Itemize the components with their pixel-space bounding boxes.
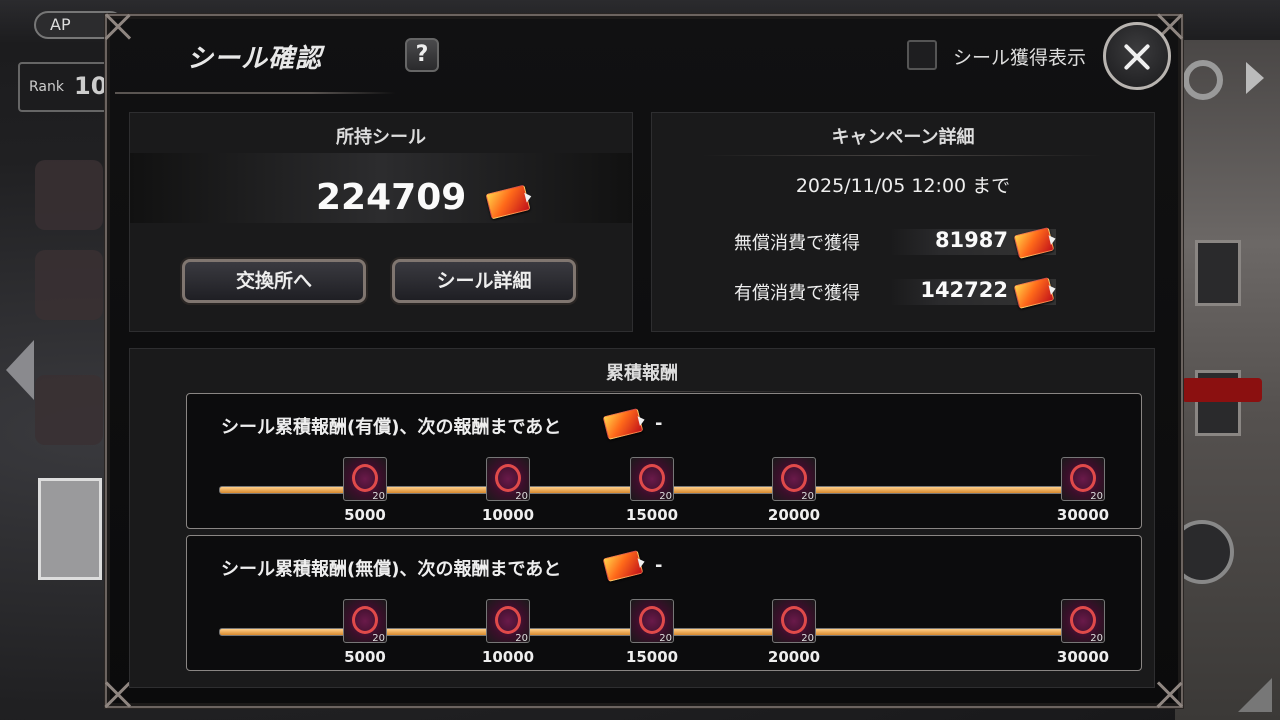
reward-item-icon[interactable]: 20 xyxy=(486,599,530,644)
milestone-threshold: 20000 xyxy=(767,506,821,524)
campaign-row-value: 142722 xyxy=(920,278,1008,302)
reward-item-icon[interactable]: 20 xyxy=(630,599,674,644)
ap-label: AP xyxy=(50,15,71,34)
owned-seals-panel: 所持シール 224709 交換所へ シール詳細 xyxy=(129,112,633,332)
campaign-heading: キャンペーン詳細 xyxy=(831,127,975,148)
corner-triangle-icon xyxy=(1238,678,1272,712)
reward-quantity: 20 xyxy=(1090,633,1103,644)
reward-item-icon[interactable]: 20 xyxy=(486,457,530,502)
seal-ticket-icon xyxy=(602,408,644,440)
event-tag xyxy=(1182,378,1262,402)
reward-track-free: シール累積報酬(無償)、次の報酬まであと - 20 5000 20 10000 20 15… xyxy=(186,535,1142,671)
seal-ticket-icon xyxy=(602,550,644,582)
frame-ornament-icon xyxy=(101,10,135,44)
reward-quantity: 20 xyxy=(659,491,672,502)
reward-quantity: 20 xyxy=(372,633,385,644)
milestone-threshold: 30000 xyxy=(1056,506,1110,524)
rank-label: Rank xyxy=(29,79,64,95)
owned-seals-heading: 所持シール xyxy=(336,127,426,148)
milestone-threshold: 15000 xyxy=(625,506,679,524)
reward-track-title: シール累積報酬(無償)、次の報酬まであと xyxy=(221,559,562,580)
side-event-icon xyxy=(35,250,103,320)
reward-quantity: 20 xyxy=(659,633,672,644)
cumulative-divider xyxy=(443,391,843,392)
reward-track-title: シール累積報酬(有償)、次の報酬まであと xyxy=(221,417,562,438)
side-thumbnail xyxy=(38,478,102,580)
side-battle-pass-icon xyxy=(35,375,103,445)
campaign-row-label: 有償消費で獲得 xyxy=(734,283,860,304)
campaign-panel: キャンペーン詳細 2025/11/05 12:00 まで 無償消費で獲得 819… xyxy=(651,112,1155,332)
left-arrow-icon xyxy=(6,340,34,400)
right-arrow-icon xyxy=(1246,62,1264,94)
reward-quantity: 20 xyxy=(515,491,528,502)
frame-ornament-icon xyxy=(1153,678,1187,712)
cumulative-rewards-panel: 累積報酬 シール累積報酬(有償)、次の報酬まであと - 20 5000 20 1000… xyxy=(129,348,1155,688)
campaign-row-value: 81987 xyxy=(934,228,1008,252)
side-campaign-icon xyxy=(35,160,103,230)
milestone-threshold: 10000 xyxy=(481,506,535,524)
campaign-divider xyxy=(702,155,1102,156)
reward-quantity: 20 xyxy=(801,633,814,644)
reward-item-icon[interactable]: 20 xyxy=(630,457,674,502)
milestone-threshold: 10000 xyxy=(481,648,535,666)
help-button[interactable]: ? xyxy=(405,38,439,72)
milestone-threshold: 5000 xyxy=(344,648,386,666)
owned-seal-count: 224709 xyxy=(316,177,467,218)
reward-item-icon[interactable]: 20 xyxy=(772,599,816,644)
cumulative-heading: 累積報酬 xyxy=(606,363,678,384)
show-acquired-checkbox[interactable] xyxy=(907,40,937,70)
campaign-row-label: 無償消費で獲得 xyxy=(734,233,860,254)
reward-quantity: 20 xyxy=(515,633,528,644)
reward-item-icon[interactable]: 20 xyxy=(772,457,816,502)
rank-value: 10 xyxy=(74,72,108,100)
reward-remaining: - xyxy=(655,555,663,576)
milestone-threshold: 30000 xyxy=(1056,648,1110,666)
reward-track-paid: シール累積報酬(有償)、次の報酬まであと - 20 5000 20 10000 20 15… xyxy=(186,393,1142,529)
reward-item-icon[interactable]: 20 xyxy=(1061,599,1105,644)
milestone-threshold: 15000 xyxy=(625,648,679,666)
reward-quantity: 20 xyxy=(372,491,385,502)
show-acquired-label: シール獲得表示 xyxy=(953,47,1087,69)
rank-indicator: Rank 10 xyxy=(18,62,108,112)
campaign-deadline: 2025/11/05 12:00 まで xyxy=(795,175,1011,197)
exchange-button[interactable]: 交換所へ xyxy=(182,259,366,303)
seal-confirm-dialog: シール確認 ? シール獲得表示 所持シール 224709 交換所へ シール詳細 … xyxy=(105,14,1183,708)
gear-icon xyxy=(1183,60,1223,100)
milestone-threshold: 5000 xyxy=(344,506,386,524)
milestone-threshold: 20000 xyxy=(767,648,821,666)
reward-quantity: 20 xyxy=(801,491,814,502)
reward-quantity: 20 xyxy=(1090,491,1103,502)
campaign-row-paid: 有償消費で獲得 142722 xyxy=(734,277,1056,309)
reward-item-icon[interactable]: 20 xyxy=(343,457,387,502)
reward-item-icon[interactable]: 20 xyxy=(1061,457,1105,502)
dialog-title: シール確認 xyxy=(187,44,323,74)
title-underline xyxy=(115,92,395,94)
campaign-row-free: 無償消費で獲得 81987 xyxy=(734,227,1056,259)
reward-item-icon[interactable]: 20 xyxy=(343,599,387,644)
close-button[interactable] xyxy=(1103,22,1171,90)
seal-detail-button[interactable]: シール詳細 xyxy=(392,259,576,303)
reward-remaining: - xyxy=(655,413,663,434)
